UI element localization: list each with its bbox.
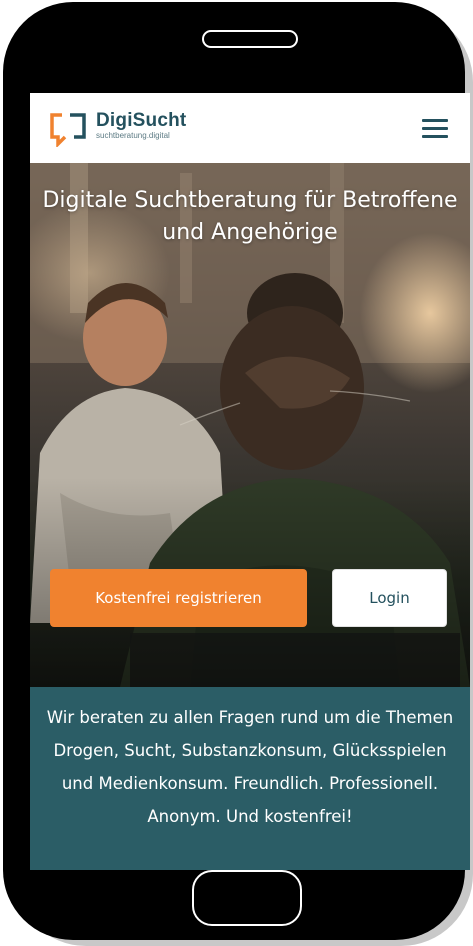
info-text: Wir beraten zu allen Fragen rund um die …: [46, 708, 454, 826]
hero-title: Digitale Suchtberatung für Betroffene un…: [42, 188, 458, 245]
info-section: Wir beraten zu allen Fragen rund um die …: [30, 687, 470, 870]
login-button[interactable]: Login: [332, 569, 447, 627]
chat-bubble-bracket-icon[interactable]: [48, 111, 88, 147]
register-button[interactable]: Kostenfrei registrieren: [50, 569, 307, 627]
phone-speaker: [202, 30, 298, 48]
hamburger-menu-icon[interactable]: [420, 117, 450, 139]
brand[interactable]: DigiSucht suchtberatung.digital: [96, 111, 186, 141]
brand-tagline: suchtberatung.digital: [96, 131, 170, 140]
hero-section: Digitale Suchtberatung für Betroffene un…: [30, 163, 470, 687]
brand-name: DigiSucht: [96, 110, 187, 131]
phone-home-button[interactable]: [192, 870, 302, 926]
site-header: DigiSucht suchtberatung.digital: [30, 93, 470, 163]
app-screen: DigiSucht suchtberatung.digital Digitale…: [30, 93, 470, 870]
